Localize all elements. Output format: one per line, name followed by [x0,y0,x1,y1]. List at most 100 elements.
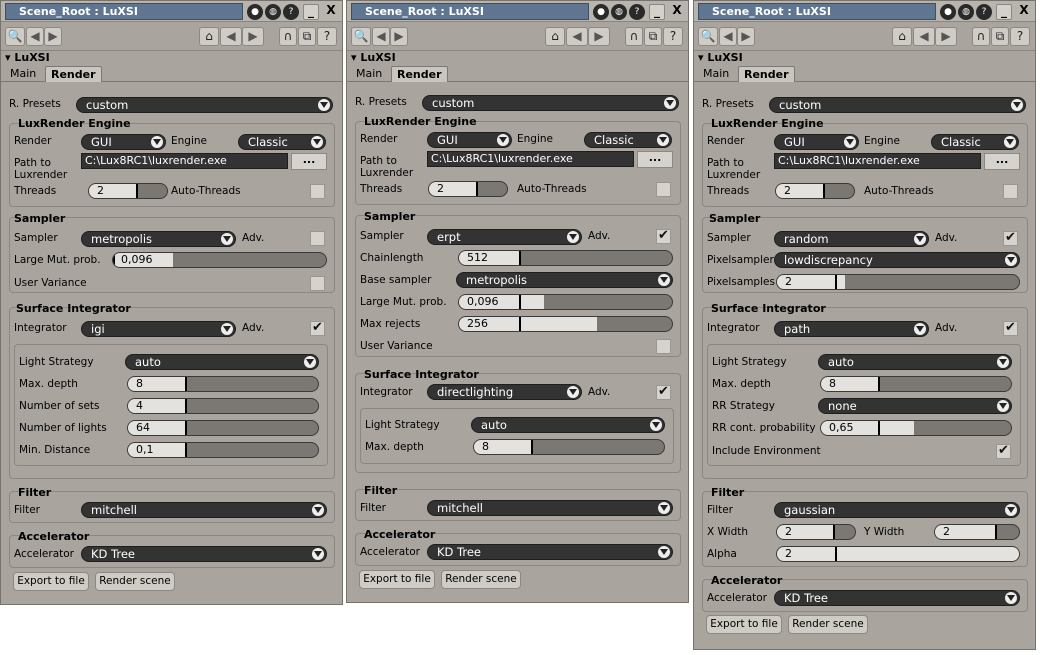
rr-strategy-combo[interactable]: none [818,398,1012,414]
nav-forward-button[interactable]: ▶ [935,27,957,46]
chainlength-slider[interactable]: 512 [458,250,673,266]
forward-button[interactable]: ▶ [390,27,408,46]
back-button[interactable]: ◀ [719,27,737,46]
path-input[interactable]: C:\Lux8RC1\luxrender.exe [774,153,981,169]
base-sampler-combo[interactable]: metropolis [456,272,673,288]
tab-render[interactable]: Render [45,66,102,82]
y-width-slider[interactable]: 2 [934,524,1020,540]
export-to-file-button[interactable]: Export to file [359,570,435,589]
export-to-file-button[interactable]: Export to file [706,615,782,634]
camera-icon[interactable]: ● [593,4,609,20]
globe-icon[interactable]: ◍ [958,4,974,20]
magnet-icon[interactable]: ∩ [972,27,990,46]
integrator-combo[interactable]: igi [81,321,236,337]
sampler-combo[interactable]: metropolis [81,231,236,247]
filter-combo[interactable]: gaussian [774,502,1020,518]
search-icon[interactable]: 🔍 [5,27,25,46]
pixelsampler-combo[interactable]: lowdiscrepancy [774,252,1020,268]
tab-main[interactable]: Main [351,66,387,82]
r-presets-combo[interactable]: custom [76,97,333,113]
integrator-combo[interactable]: path [774,321,929,337]
tab-main[interactable]: Main [5,66,41,82]
lock-icon[interactable]: ⧉ [298,27,316,46]
close-icon[interactable]: X [669,4,685,20]
rr-cont-slider[interactable]: 0,65 [820,420,1012,436]
globe-icon[interactable]: ◍ [611,4,627,20]
min-distance-slider[interactable]: 0,1 [127,442,319,458]
help-button[interactable]: ? [663,27,683,46]
home-icon[interactable]: ⌂ [545,27,565,46]
render-scene-button[interactable]: Render scene [788,615,868,634]
nav-back-button[interactable]: ◀ [220,27,242,46]
forward-button[interactable]: ▶ [44,27,62,46]
adv-checkbox[interactable] [656,384,671,400]
max-rejects-slider[interactable]: 256 [458,316,673,332]
light-strategy-combo[interactable]: auto [818,354,1012,370]
help-icon[interactable]: ? [283,4,299,20]
integrator-combo[interactable]: directlighting [427,384,582,400]
minimize-icon[interactable]: _ [996,4,1012,20]
engine-combo[interactable]: Classic [584,132,672,148]
camera-icon[interactable]: ● [940,4,956,20]
adv-checkbox[interactable] [1003,230,1018,246]
adv-checkbox[interactable] [310,231,325,246]
nav-forward-button[interactable]: ▶ [242,27,264,46]
filter-combo[interactable]: mitchell [81,502,327,518]
home-icon[interactable]: ⌂ [892,27,912,46]
filter-combo[interactable]: mitchell [427,500,673,516]
search-icon[interactable]: 🔍 [351,27,371,46]
pixelsamples-slider[interactable]: 2 [776,274,1020,290]
help-icon[interactable]: ? [629,4,645,20]
tab-main[interactable]: Main [698,66,734,82]
browse-button[interactable]: ... [984,153,1020,170]
user-variance-checkbox[interactable] [310,276,325,291]
browse-button[interactable]: ... [291,153,327,170]
export-to-file-button[interactable]: Export to file [13,572,89,591]
path-input[interactable]: C:\Lux8RC1\luxrender.exe [427,151,634,167]
accelerator-combo[interactable]: KD Tree [427,544,673,560]
light-strategy-combo[interactable]: auto [471,417,665,433]
back-button[interactable]: ◀ [372,27,390,46]
close-icon[interactable]: X [323,4,339,20]
number-of-sets-slider[interactable]: 4 [127,398,319,414]
max-depth-slider[interactable]: 8 [127,376,319,392]
browse-button[interactable]: ... [637,151,673,168]
alpha-slider[interactable]: 2 [776,546,1020,562]
render-mode-combo[interactable]: GUI [774,134,859,150]
help-button[interactable]: ? [317,27,337,46]
accelerator-combo[interactable]: KD Tree [774,590,1020,606]
user-variance-checkbox[interactable] [656,339,671,354]
r-presets-combo[interactable]: custom [422,95,679,111]
max-depth-slider[interactable]: 8 [473,439,665,455]
number-of-lights-slider[interactable]: 64 [127,420,319,436]
section-header[interactable]: ▾ LuXSI [1,50,342,65]
render-scene-button[interactable]: Render scene [441,570,521,589]
engine-combo[interactable]: Classic [238,134,326,150]
light-strategy-combo[interactable]: auto [125,354,319,370]
include-env-checkbox[interactable] [996,443,1011,459]
help-icon[interactable]: ? [976,4,992,20]
nav-back-button[interactable]: ◀ [566,27,588,46]
forward-button[interactable]: ▶ [737,27,755,46]
magnet-icon[interactable]: ∩ [279,27,297,46]
adv-checkbox[interactable] [656,228,671,244]
threads-slider[interactable]: 2 [775,183,855,199]
threads-slider[interactable]: 2 [428,181,508,197]
engine-combo[interactable]: Classic [931,134,1019,150]
tab-render[interactable]: Render [391,66,448,82]
lock-icon[interactable]: ⧉ [991,27,1009,46]
globe-icon[interactable]: ◍ [265,4,281,20]
auto-threads-checkbox[interactable] [310,184,325,199]
home-icon[interactable]: ⌂ [199,27,219,46]
close-icon[interactable]: X [1016,4,1032,20]
minimize-icon[interactable]: _ [649,4,665,20]
max-depth-slider[interactable]: 8 [820,376,1012,392]
nav-forward-button[interactable]: ▶ [588,27,610,46]
auto-threads-checkbox[interactable] [1003,184,1018,199]
tab-render[interactable]: Render [738,66,795,82]
adv-checkbox[interactable] [1003,320,1018,336]
large-mut-slider[interactable]: 0,096 [458,294,673,310]
render-mode-combo[interactable]: GUI [81,134,166,150]
back-button[interactable]: ◀ [26,27,44,46]
accelerator-combo[interactable]: KD Tree [81,546,327,562]
